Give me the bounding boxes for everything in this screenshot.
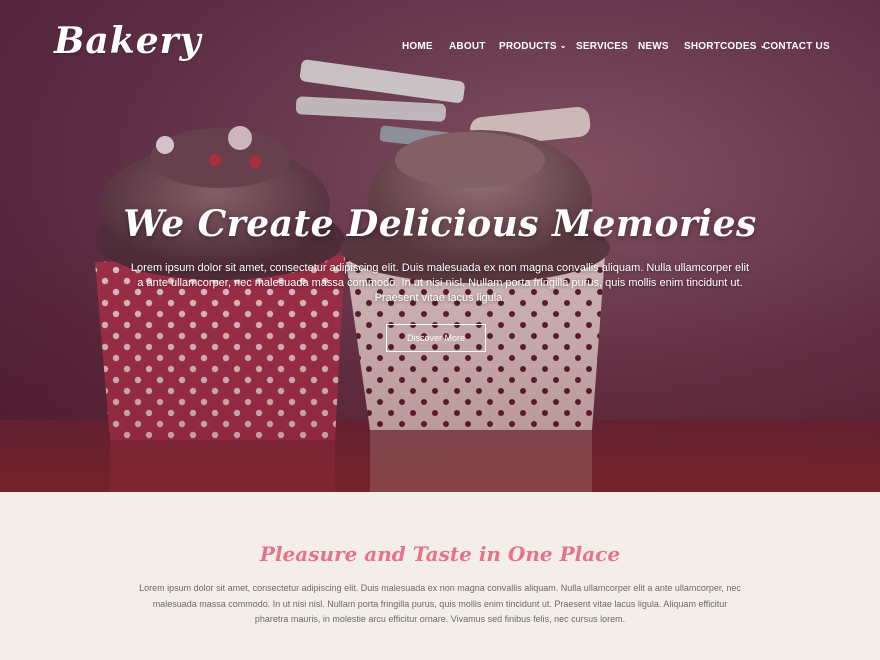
nav-item-label: SERVICES xyxy=(576,41,628,52)
nav-item-shortcodes[interactable]: SHORTCODES ⌄ xyxy=(684,41,766,52)
nav-item-services[interactable]: SERVICES xyxy=(576,41,628,52)
hero-title: We Create Delicious Memories xyxy=(123,203,757,245)
nav-item-contact-us[interactable]: CONTACT US xyxy=(763,41,830,52)
nav-item-label: HOME xyxy=(402,41,433,52)
nav-item-label: PRODUCTS xyxy=(499,41,557,52)
intro-title: Pleasure and Taste in One Place xyxy=(259,542,621,566)
nav-item-label: NEWS xyxy=(638,41,669,52)
chevron-down-icon: ⌄ xyxy=(559,41,567,50)
nav-item-home[interactable]: HOME xyxy=(402,41,433,52)
nav-item-label: SHORTCODES xyxy=(684,41,757,52)
nav-item-about[interactable]: ABOUT xyxy=(449,41,486,52)
intro-description: Lorem ipsum dolor sit amet, consectetur … xyxy=(139,583,741,624)
hero-section: Bakery HOME ABOUT PRODUCTS ⌄ SERVICES NEW… xyxy=(0,0,880,492)
nav-item-label: ABOUT xyxy=(449,41,486,52)
hero-description: Lorem ipsum dolor sit amet, consectetur … xyxy=(130,262,750,304)
intro-section: Pleasure and Taste in One Place Lorem ip… xyxy=(0,492,880,660)
discover-more-button[interactable]: Discover More xyxy=(386,324,486,352)
hero-overlay xyxy=(0,0,880,492)
nav-item-products[interactable]: PRODUCTS ⌄ xyxy=(499,41,567,52)
nav-item-news[interactable]: NEWS xyxy=(638,41,669,52)
nav-item-label: CONTACT US xyxy=(763,41,830,52)
main-nav: HOME ABOUT PRODUCTS ⌄ SERVICES NEWS SHORT… xyxy=(0,41,880,55)
